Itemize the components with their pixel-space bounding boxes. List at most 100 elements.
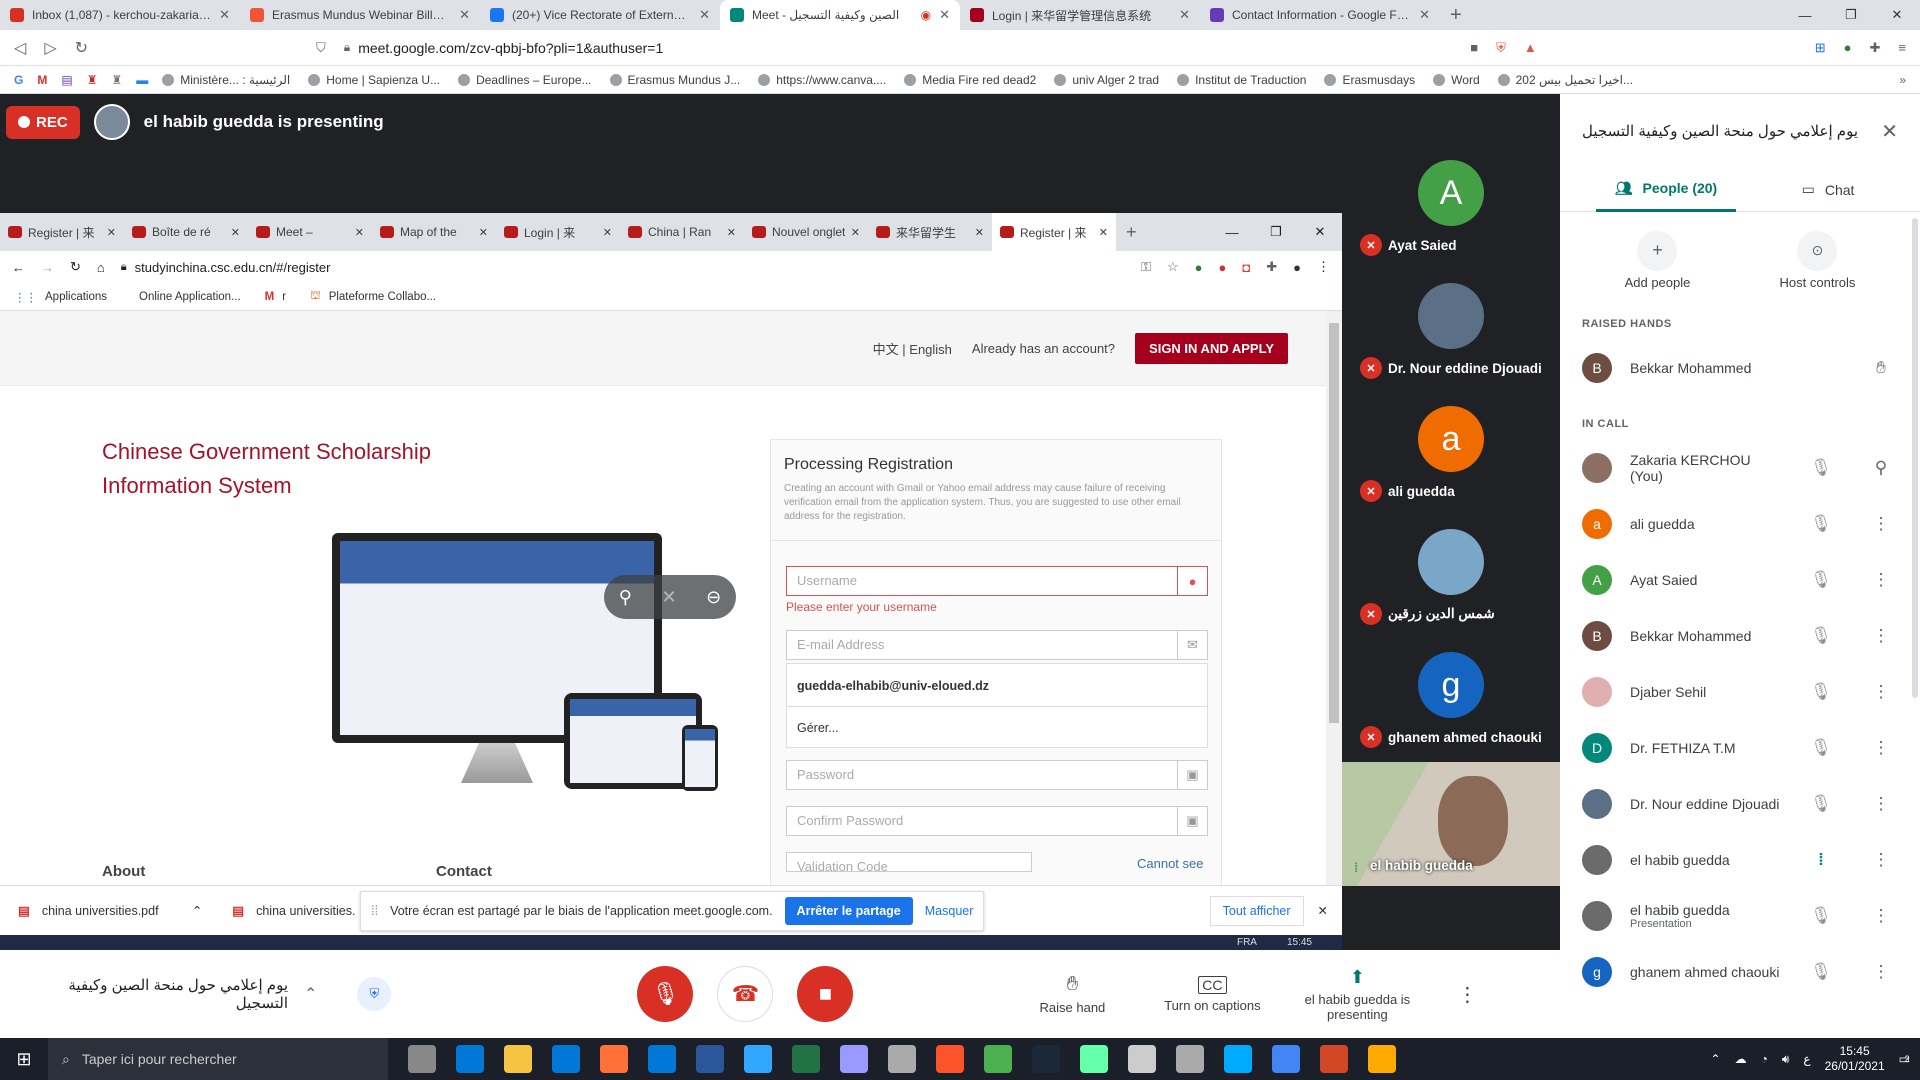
presenting-button[interactable]: ⬆ el habib guedda is presenting [1297, 967, 1417, 1022]
participant-tile-2[interactable]: a ✕ ali guedda [1342, 394, 1560, 517]
forms-icon[interactable]: ▤ [61, 73, 72, 87]
add-people-button[interactable]: + Add people [1625, 230, 1690, 290]
excel-icon[interactable] [792, 1045, 820, 1073]
participant-row[interactable]: el habib guedda Presentation 🎙︎ ⋮ [1560, 888, 1920, 944]
tile-overlay-controls[interactable]: ⚲ ✕ ⊖ [604, 575, 736, 619]
browser-tab-5[interactable]: Contact Information - Google Forms ✕ [1200, 0, 1440, 30]
reload-icon[interactable]: ↻ [75, 38, 88, 58]
brave-shield-icon[interactable]: ⛨ [1496, 40, 1506, 56]
bookmark-5[interactable]: Media Fire red dead2 [904, 73, 1036, 87]
tab-close-icon[interactable]: ✕ [1179, 7, 1190, 23]
after-effects-icon[interactable] [840, 1045, 868, 1073]
bookmark-10[interactable]: اخيرا تحميل بيس 202... [1497, 73, 1633, 87]
brave-rewards-icon[interactable]: ▲ [1524, 40, 1537, 55]
restore-button[interactable]: ❐ [1828, 7, 1874, 23]
security-shield-icon[interactable]: ⛨ [357, 977, 392, 1011]
chevron-up-icon-meet[interactable]: ⌃ [304, 984, 317, 1004]
volume-icon[interactable]: 🔊︎ [1782, 1052, 1790, 1067]
autofill-suggestion[interactable]: guedda-elhabib@univ-eloued.dz [786, 663, 1208, 707]
browser-tab-4[interactable]: Login | 来华留学管理信息系统 ✕ [960, 0, 1200, 30]
participant-row[interactable]: Dr. Nour eddine Djouadi 🎙︎ ⋮ [1560, 776, 1920, 832]
participant-row[interactable]: a ali guedda 🎙︎ ⋮ [1560, 496, 1920, 552]
taskbar-clock[interactable]: 15:45 26/01/2021 [1825, 1044, 1885, 1074]
email-field[interactable]: E-mail Address ✉ [786, 630, 1208, 660]
bookmark-icon-b[interactable]: ♜ [111, 73, 122, 87]
photoshop-icon[interactable] [744, 1045, 772, 1073]
more-vert-icon[interactable]: ⋮ [1860, 962, 1902, 982]
extension-icon[interactable]: ● [1844, 40, 1852, 55]
app-icon[interactable] [888, 1045, 916, 1073]
mail-icon[interactable] [648, 1045, 676, 1073]
puzzle-icon[interactable]: ✚ [1870, 40, 1881, 56]
validation-code-field[interactable]: Validation Code [786, 852, 1032, 872]
participant-row[interactable]: Djaber Sehil 🎙︎ ⋮ [1560, 664, 1920, 720]
bookmark-8[interactable]: Erasmusdays [1324, 73, 1415, 87]
tab-chat[interactable]: ▭ Chat [1736, 181, 1920, 198]
bookmark-1[interactable]: Home | Sapienza U... [308, 73, 440, 87]
mic-off-button[interactable]: 🎙︎ [637, 966, 694, 1022]
tab-close-icon[interactable]: ✕ [939, 7, 950, 23]
store-icon[interactable] [552, 1045, 580, 1073]
powerpoint-icon[interactable] [1320, 1045, 1348, 1073]
url-text[interactable]: meet.google.com/zcv-qbbj-bfo?pli=1&authu… [358, 40, 663, 56]
participant-row[interactable]: A Ayat Saied 🎙︎ ⋮ [1560, 552, 1920, 608]
remove-icon[interactable]: ⊖ [706, 587, 721, 608]
participant-tile-3[interactable]: ✕ شمس الدين زرقين [1342, 517, 1560, 640]
task-view-icon[interactable] [408, 1045, 436, 1073]
browser-tab-1[interactable]: Erasmus Mundus Webinar Billets, Date ✕ [240, 0, 480, 30]
network-icon[interactable]: ◔ [1761, 1052, 1768, 1066]
tab-close-icon[interactable]: ✕ [459, 7, 470, 23]
tray-chevron-icon[interactable]: ⌃ [1711, 1052, 1721, 1066]
tab-people[interactable]: 👥︎ People (20) [1596, 168, 1736, 212]
bookmark-6[interactable]: univ Alger 2 trad [1054, 73, 1159, 87]
participant-tile-0[interactable]: A ✕ Ayat Saied [1342, 148, 1560, 271]
cloud-icon[interactable]: ☁ [1735, 1052, 1747, 1066]
browser-tab-3[interactable]: Meet - الصين وكيفية التسجيل ◉ ✕ [720, 0, 960, 30]
raise-hand-button[interactable]: ✋︎ Raise hand [1017, 973, 1127, 1015]
forward-icon[interactable]: ▷ [44, 38, 56, 58]
close-panel-icon[interactable]: ✕ [1881, 119, 1898, 144]
more-vert-icon[interactable]: ⋮ [1860, 514, 1902, 534]
bookmark-icon[interactable]: ⛉ [316, 40, 326, 56]
more-bookmarks-icon[interactable]: » [1899, 73, 1906, 87]
host-controls-button[interactable]: ⊙ Host controls [1780, 230, 1855, 290]
brave-icon[interactable] [936, 1045, 964, 1073]
bookmark-2[interactable]: Deadlines – Europe... [458, 73, 592, 87]
bookmark-icon-c[interactable]: ▬ [136, 73, 148, 87]
leave-call-button[interactable]: ☎︎ [717, 966, 774, 1022]
raised-hand-item[interactable]: B Bekkar Mohammed ✋︎ [1560, 340, 1920, 396]
participant-row[interactable]: el habib guedda ⁞ ⋮ [1560, 832, 1920, 888]
minimize-button[interactable]: — [1782, 8, 1828, 23]
participant-tile-1[interactable]: ✕ Dr. Nour eddine Djouadi [1342, 271, 1560, 394]
notification-icon[interactable]: ▭ 2 [1899, 1052, 1910, 1066]
browser-tab-0[interactable]: Inbox (1,087) - kerchou-zakaria@univ- ✕ [0, 0, 240, 30]
more-vert-icon[interactable]: ⋮ [1860, 570, 1902, 590]
panel-scrollbar[interactable] [1912, 218, 1918, 698]
app4-icon[interactable] [1224, 1045, 1252, 1073]
pin-icon[interactable]: ⚲ [1860, 458, 1902, 478]
browser-tab-2[interactable]: (20+) Vice Rectorate of External Relati ✕ [480, 0, 720, 30]
taskbar-search[interactable]: ⌕ Taper ici pour rechercher [48, 1038, 388, 1080]
more-vert-icon[interactable]: ⋮ [1860, 850, 1902, 870]
mute-tile-icon[interactable]: ✕ [661, 587, 676, 608]
ime-icon[interactable]: ع [1803, 1052, 1810, 1066]
tab-close-icon[interactable]: ✕ [219, 7, 230, 23]
bookmark-icon-a[interactable]: ♜ [87, 73, 98, 87]
word-icon[interactable] [696, 1045, 724, 1073]
more-vert-icon[interactable]: ⋮ [1860, 626, 1902, 646]
more-vert-icon[interactable]: ⋮ [1860, 682, 1902, 702]
new-tab-button[interactable]: + [1450, 4, 1462, 27]
tab-close-icon[interactable]: ✕ [699, 7, 710, 23]
app2-icon[interactable] [1080, 1045, 1108, 1073]
camera-icon[interactable]: ■ [1470, 40, 1478, 55]
pin-icon[interactable]: ⚲ [619, 587, 632, 608]
captions-button[interactable]: CC Turn on captions [1147, 975, 1277, 1013]
more-vert-icon[interactable]: ⋮ [1860, 738, 1902, 758]
autofill-manage[interactable]: Gérer... [786, 706, 1208, 748]
app3-icon[interactable] [1128, 1045, 1156, 1073]
participant-row[interactable]: Zakaria KERCHOU (You) 🎙︎ ⚲ [1560, 440, 1920, 496]
participant-row[interactable]: g ghanem ahmed chaouki 🎙︎ ⋮ [1560, 944, 1920, 1000]
close-window-button[interactable]: ✕ [1874, 7, 1920, 23]
participant-tile-4[interactable]: g ✕ ghanem ahmed chaouki [1342, 640, 1560, 763]
settings-icon[interactable] [1176, 1045, 1204, 1073]
